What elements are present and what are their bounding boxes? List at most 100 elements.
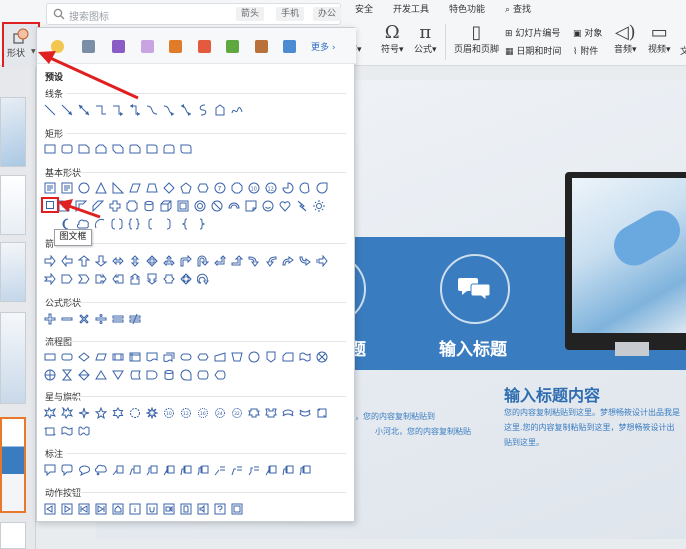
slide-thumbnail[interactable] (0, 97, 26, 167)
flowchart-summing-junction-shape[interactable] (316, 351, 328, 363)
double-wave-shape[interactable] (78, 425, 90, 437)
bent-up-arrow-shape[interactable] (231, 255, 243, 267)
formula-button[interactable]: π 公式▾ (414, 24, 437, 56)
24-point-star-shape[interactable]: 24 (214, 407, 226, 419)
line-callout-1-accent-bar-shape[interactable] (163, 464, 175, 476)
action-help-button-shape[interactable] (214, 503, 226, 515)
cloud-callout-shape[interactable] (95, 464, 107, 476)
can-shape[interactable] (143, 200, 155, 212)
flowchart-magnetic-disk-shape[interactable] (163, 369, 175, 381)
6-point-star-shape[interactable] (112, 407, 124, 419)
flowchart-display-shape[interactable] (214, 369, 226, 381)
icon-suggestion[interactable] (255, 40, 268, 53)
left-arrow-callout-shape[interactable] (112, 273, 124, 285)
shape-button[interactable]: 形状 ▼ (2, 22, 40, 70)
slide-thumbnail[interactable] (0, 312, 26, 404)
hexagon-shape[interactable] (197, 182, 209, 194)
smiley-face-shape[interactable] (262, 200, 274, 212)
line-callout-1-no-border-shape[interactable] (214, 464, 226, 476)
line-callout-1-shape[interactable] (112, 464, 124, 476)
flowchart-multidocument-shape[interactable] (163, 351, 175, 363)
chevron-shape[interactable] (78, 273, 90, 285)
no-symbol-shape[interactable] (211, 200, 223, 212)
right-brace-shape[interactable] (196, 218, 208, 230)
line-callout-2-accent-bar-shape[interactable] (180, 464, 192, 476)
icon-suggestion[interactable] (226, 40, 239, 53)
16-point-star-shape[interactable]: 16 (197, 407, 209, 419)
flowchart-or-shape[interactable] (44, 369, 56, 381)
flowchart-preparation-shape[interactable] (197, 351, 209, 363)
line-shape[interactable] (44, 104, 56, 116)
dodecagon-shape[interactable]: 12 (265, 182, 277, 194)
action-blank-button-shape[interactable] (231, 503, 243, 515)
icon-suggestion[interactable] (141, 40, 154, 53)
elbow-double-arrow-connector-shape[interactable] (129, 104, 141, 116)
right-bracket-shape[interactable] (162, 218, 174, 230)
elbow-arrow-connector-shape[interactable] (112, 104, 124, 116)
double-arrow-line-shape[interactable] (78, 104, 90, 116)
header-footer-button[interactable]: ▯ 页眉和页脚 (454, 24, 499, 56)
curved-connector-shape[interactable] (146, 104, 158, 116)
flowchart-decision-shape[interactable] (78, 351, 90, 363)
text-box-shape[interactable] (44, 182, 56, 194)
diagonal-stripe-shape[interactable] (92, 200, 104, 212)
band-title-2[interactable]: 输入标题 (439, 335, 507, 360)
line-callout-3-no-border-shape[interactable] (248, 464, 260, 476)
object-button[interactable]: ▣ 对象 (573, 26, 602, 39)
circular-arrow-shape[interactable] (197, 273, 209, 285)
rectangle-shape[interactable] (44, 143, 56, 155)
8-point-star-shape[interactable] (146, 407, 158, 419)
flowchart-manual-operation-shape[interactable] (231, 351, 243, 363)
left-right-arrow-callout-shape[interactable] (163, 273, 175, 285)
curved-up-arrow-shape[interactable] (282, 255, 294, 267)
oval-callout-shape[interactable] (78, 464, 90, 476)
action-end-button-shape[interactable] (95, 503, 107, 515)
flowchart-manual-input-shape[interactable] (214, 351, 226, 363)
explosion-1-shape[interactable] (44, 407, 56, 419)
action-information-button-shape[interactable] (129, 503, 141, 515)
search-input[interactable]: 搜索图标 (69, 8, 109, 23)
audio-button[interactable]: ◁) 音频▾ (614, 24, 637, 56)
flowchart-predefined-process-shape[interactable] (112, 351, 124, 363)
teardrop-shape[interactable] (316, 182, 328, 194)
flowchart-internal-storage-shape[interactable] (129, 351, 141, 363)
flowchart-data-shape[interactable] (95, 351, 107, 363)
vertical-scroll-shape[interactable] (316, 407, 328, 419)
quad-arrow-callout-shape[interactable] (180, 273, 192, 285)
heart-shape[interactable] (279, 200, 291, 212)
action-forward-button-shape[interactable] (61, 503, 73, 515)
10-point-star-shape[interactable]: 10 (163, 407, 175, 419)
line-callout-3-accent-bar-shape[interactable] (197, 464, 209, 476)
multiply-shape[interactable] (78, 313, 90, 325)
minus-shape[interactable] (61, 313, 73, 325)
left-arrow-shape[interactable] (61, 255, 73, 267)
flowchart-card-shape[interactable] (282, 351, 294, 363)
7-point-star-shape[interactable] (129, 407, 141, 419)
decagon-shape[interactable]: 10 (248, 182, 260, 194)
lightning-bolt-shape[interactable] (296, 200, 308, 212)
down-ribbon-shape[interactable] (265, 407, 277, 419)
action-document-button-shape[interactable] (180, 503, 192, 515)
striped-right-arrow-shape[interactable] (316, 255, 328, 267)
flowchart-sequential-access-storage-shape[interactable] (180, 369, 192, 381)
pentagon-shape[interactable] (180, 182, 192, 194)
icon-suggestion[interactable] (169, 40, 182, 53)
pie-shape[interactable] (282, 182, 294, 194)
icon-suggestion[interactable] (283, 40, 296, 53)
half-frame-shape[interactable] (75, 200, 87, 212)
up-down-arrow-shape[interactable] (129, 255, 141, 267)
flowchart-stored-data-shape[interactable] (129, 369, 141, 381)
octagon-shape[interactable] (231, 182, 243, 194)
triangle-shape[interactable] (95, 182, 107, 194)
flowchart-off-page-connector-shape[interactable] (265, 351, 277, 363)
trapezoid-shape[interactable] (146, 182, 158, 194)
flowchart-document-shape[interactable] (146, 351, 158, 363)
scribble-shape[interactable] (231, 104, 243, 116)
search-tag-arrow[interactable]: 箭头 (236, 7, 265, 21)
slide-thumbnail-selected[interactable] (0, 417, 26, 513)
icon-suggestion[interactable] (112, 40, 125, 53)
up-arrow-callout-shape[interactable] (129, 273, 141, 285)
slide-heading[interactable]: 输入标题内容 (504, 382, 600, 406)
donut-shape[interactable] (194, 200, 206, 212)
equal-shape[interactable] (112, 313, 124, 325)
